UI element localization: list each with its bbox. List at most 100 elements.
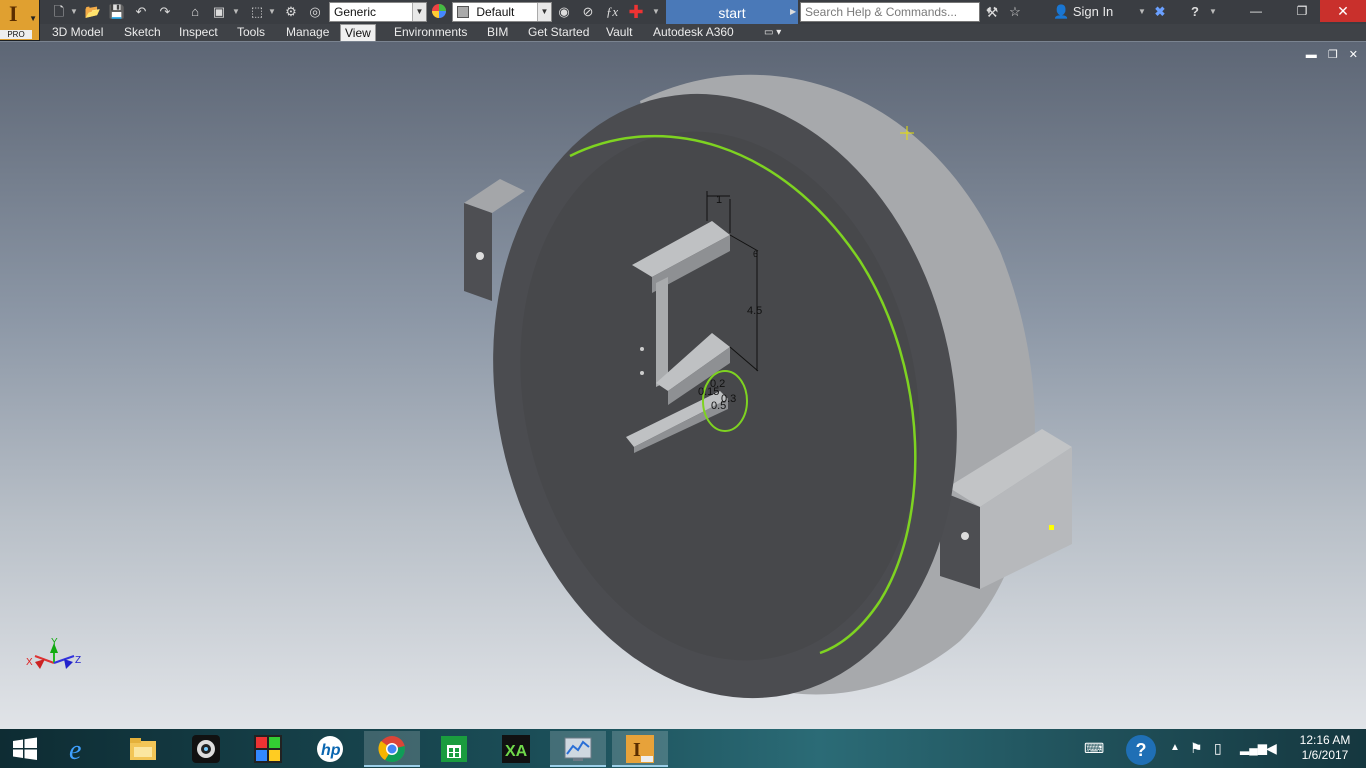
dimension-label: 4.5 bbox=[747, 305, 762, 317]
help-icon[interactable]: ? bbox=[1186, 3, 1204, 21]
close-icon[interactable]: ✕ bbox=[1320, 0, 1366, 22]
tab-inspect[interactable]: Inspect bbox=[175, 24, 222, 41]
face-hole bbox=[640, 347, 644, 351]
bracket-web bbox=[656, 277, 668, 387]
search-input[interactable]: Search Help & Commands... bbox=[800, 2, 980, 22]
svg-text:I: I bbox=[633, 739, 641, 761]
ribbon-display-options-icon[interactable]: ▭ ▾ bbox=[760, 24, 785, 41]
settings-icon[interactable]: ◎ bbox=[306, 3, 324, 21]
chrome-icon[interactable] bbox=[364, 731, 420, 767]
tab-environments[interactable]: Environments bbox=[390, 24, 471, 41]
user-icon: 👤 bbox=[1053, 4, 1070, 19]
customize-drop-icon[interactable]: ▼ bbox=[652, 3, 660, 21]
volume-icon[interactable]: ◀ bbox=[1266, 738, 1277, 758]
point-marker bbox=[1049, 525, 1054, 530]
inventor-window: I PRO ▼ 🗋 ▼ 📂 💾 ↶ ↷ ⌂ ▣ ▼ ⬚ ▼ ⚙ ◎ Generi… bbox=[0, 0, 1366, 768]
help-circle-icon[interactable]: ? bbox=[1126, 735, 1156, 765]
app-logo-letter: I bbox=[9, 1, 18, 26]
hp-icon[interactable]: hp bbox=[302, 731, 358, 767]
right-mount-hole bbox=[961, 532, 969, 540]
clock-time: 12:16 AM bbox=[1299, 733, 1351, 747]
update-icon[interactable]: ⚙ bbox=[282, 3, 300, 21]
svg-text:Z: Z bbox=[75, 655, 81, 666]
title-bar: I PRO ▼ 🗋 ▼ 📂 💾 ↶ ↷ ⌂ ▣ ▼ ⬚ ▼ ⚙ ◎ Generi… bbox=[0, 0, 1366, 40]
tab-autodesk-a360[interactable]: Autodesk A360 bbox=[649, 24, 738, 41]
network-signal-icon[interactable]: ▂▄▆ bbox=[1240, 738, 1267, 758]
svg-text:Y: Y bbox=[51, 637, 58, 648]
tab-view[interactable]: View bbox=[340, 24, 376, 41]
tab-get-started[interactable]: Get Started bbox=[524, 24, 593, 41]
model-canvas[interactable]: 1 6 4.5 0.2 0.15 0.3 0.5 X Y Z bbox=[0, 42, 1366, 730]
chevron-down-icon[interactable]: ▼ bbox=[537, 3, 551, 21]
minimize-icon[interactable]: — bbox=[1240, 0, 1272, 22]
webcam-icon[interactable] bbox=[178, 731, 234, 767]
tab-bim[interactable]: BIM bbox=[483, 24, 512, 41]
chevron-down-icon[interactable]: ▼ bbox=[1209, 3, 1217, 21]
dimension-label: 6 bbox=[753, 249, 758, 259]
ribbon-tab-bar: 3D Model Sketch Inspect Tools Manage Vie… bbox=[40, 24, 1366, 41]
exchange-x-icon[interactable]: ✖ bbox=[1151, 3, 1169, 21]
chevron-right-icon[interactable]: ▶ bbox=[790, 3, 798, 21]
appearance-color-icon[interactable] bbox=[430, 3, 448, 21]
appearance-select[interactable]: Default ▼ bbox=[452, 2, 552, 22]
left-tab-front bbox=[464, 203, 492, 301]
clear-appearance-icon[interactable]: ⊘ bbox=[579, 3, 597, 21]
material-select[interactable]: Generic ▼ bbox=[329, 2, 427, 22]
performance-monitor-icon[interactable] bbox=[550, 731, 606, 767]
file-explorer-icon[interactable] bbox=[115, 731, 171, 767]
system-clock[interactable]: 12:16 AM 1/6/2017 bbox=[1290, 733, 1360, 763]
select-icon[interactable]: ⬚ bbox=[248, 3, 266, 21]
chevron-down-icon[interactable]: ▼ bbox=[412, 3, 426, 21]
ucs-plus-icon[interactable]: ✚ bbox=[627, 3, 645, 21]
favorites-star-icon[interactable]: ☆ bbox=[1006, 3, 1024, 21]
clock-date: 1/6/2017 bbox=[1301, 748, 1349, 762]
tab-tools[interactable]: Tools bbox=[233, 24, 269, 41]
action-center-flag-icon[interactable]: ⚑ bbox=[1190, 738, 1203, 758]
undo-icon[interactable]: ↶ bbox=[132, 3, 150, 21]
store-icon[interactable] bbox=[426, 731, 482, 767]
redo-icon[interactable]: ↷ bbox=[156, 3, 174, 21]
project-icon[interactable]: ▣ bbox=[210, 3, 228, 21]
dimension-label: 0.15 bbox=[698, 386, 719, 398]
chevron-down-icon: ▼ bbox=[29, 14, 37, 23]
chevron-down-icon[interactable]: ▼ bbox=[70, 3, 78, 21]
search-icon[interactable]: ⚒ bbox=[983, 3, 1001, 21]
tab-manage[interactable]: Manage bbox=[282, 24, 333, 41]
appearance-swatch-icon bbox=[457, 6, 469, 18]
camtasia-icon[interactable]: XA bbox=[488, 731, 544, 767]
material-select-value: Generic bbox=[334, 5, 377, 19]
face-hole bbox=[640, 371, 644, 375]
document-title: start bbox=[666, 0, 798, 24]
sign-in-button[interactable]: 👤 Sign In bbox=[1053, 0, 1113, 24]
save-icon[interactable]: 💾 bbox=[108, 3, 126, 21]
keyboard-icon[interactable]: ⌨ bbox=[1084, 738, 1104, 758]
svg-text:X: X bbox=[26, 657, 33, 668]
chevron-down-icon[interactable]: ▼ bbox=[1138, 3, 1146, 21]
battery-icon[interactable]: ▯ bbox=[1214, 738, 1222, 758]
dimension-label: 0.5 bbox=[711, 400, 726, 412]
app-pro-badge: PRO bbox=[0, 30, 32, 39]
application-menu-button[interactable]: I PRO ▼ bbox=[0, 0, 40, 40]
chevron-down-icon[interactable]: ▼ bbox=[268, 3, 276, 21]
open-folder-icon[interactable]: 📂 bbox=[84, 3, 102, 21]
chevron-down-icon[interactable]: ▼ bbox=[232, 3, 240, 21]
axis-triad: X Y Z bbox=[26, 637, 81, 669]
show-hidden-icons[interactable]: ▲ bbox=[1170, 738, 1180, 758]
appearance-select-value: Default bbox=[476, 5, 515, 19]
tab-sketch[interactable]: Sketch bbox=[120, 24, 165, 41]
tab-vault[interactable]: Vault bbox=[602, 24, 636, 41]
graphics-viewport[interactable]: ▬ ❐ ✕ 1 6 4.5 0.2 0.15 0.3 0.5 X Y Z bbox=[0, 41, 1366, 729]
windows-start-icon[interactable] bbox=[0, 731, 48, 767]
sign-in-label: Sign In bbox=[1072, 4, 1114, 19]
function-icon[interactable]: ƒx bbox=[603, 3, 621, 21]
svg-text:XA: XA bbox=[505, 743, 528, 760]
windows-taskbar: e hp XA I bbox=[0, 729, 1366, 768]
puzzle-app-icon[interactable] bbox=[240, 731, 296, 767]
internet-explorer-icon[interactable]: e bbox=[52, 731, 108, 767]
inventor-pro-icon[interactable]: I bbox=[612, 731, 668, 767]
home-icon[interactable]: ⌂ bbox=[186, 3, 204, 21]
restore-icon[interactable]: ❐ bbox=[1286, 0, 1318, 22]
new-file-icon[interactable]: 🗋 bbox=[50, 3, 68, 21]
tab-3d-model[interactable]: 3D Model bbox=[48, 24, 107, 41]
adjust-appearance-icon[interactable]: ◉ bbox=[555, 3, 573, 21]
